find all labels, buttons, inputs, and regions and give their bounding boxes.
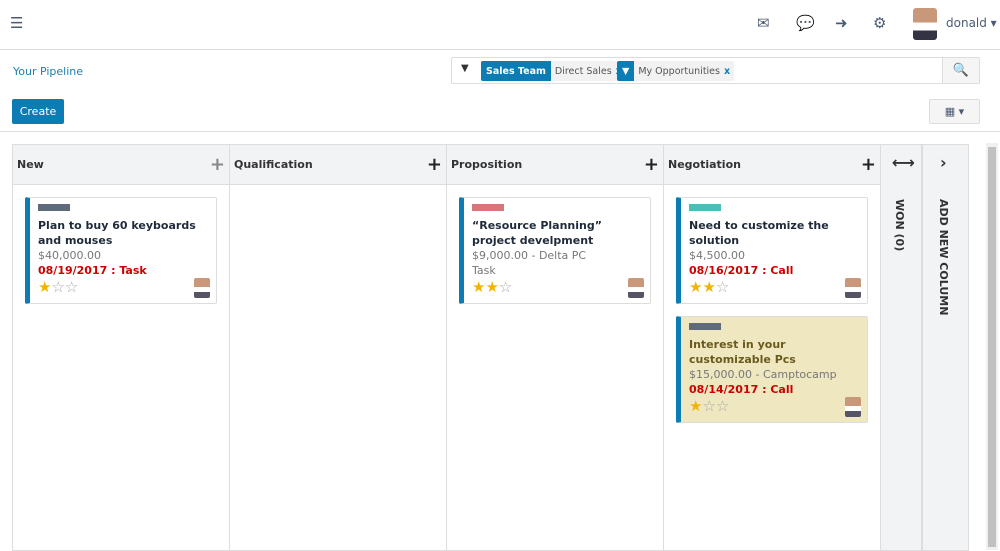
column-title: WON (0) — [893, 199, 906, 252]
color-tag — [38, 204, 70, 211]
card-title: Interest in your customizable Pcs — [689, 338, 796, 366]
caret-down-icon[interactable]: ▼ — [461, 63, 469, 74]
expand-arrows-icon[interactable]: ⟷ — [892, 153, 915, 172]
facet-value: Direct Sales — [554, 65, 612, 77]
card-amount: $4,500.00 — [689, 249, 745, 262]
card-activity: 08/16/2017 : Call — [689, 264, 794, 277]
column-title: New — [17, 158, 44, 171]
card-amount: $9,000.00 - Delta PC — [472, 249, 587, 262]
top-navbar: ☰ ✉ 💬 ➜ ⚙ donald ▾ — [0, 0, 1000, 50]
kanban-board: New + Plan to buy 60 keyboards and mouses… — [0, 131, 1000, 551]
filter-icon: ▼ — [617, 61, 635, 81]
scrollbar[interactable] — [986, 143, 998, 550]
facet-filter: ▼ My Opportunities x — [617, 61, 735, 81]
add-column-button[interactable]: › ADD NEW COLUMN — [922, 144, 969, 551]
add-card-button[interactable]: + — [644, 154, 659, 175]
scrollbar-thumb[interactable] — [988, 147, 996, 547]
remove-facet-button[interactable]: x — [724, 66, 730, 77]
add-card-button[interactable]: + — [427, 154, 442, 175]
column-won-folded[interactable]: ⟷ WON (0) — [880, 144, 922, 551]
column-proposition: Proposition + “Resource Planning” project… — [446, 144, 664, 551]
facet-label: Sales Team — [481, 61, 551, 81]
add-card-button[interactable]: + — [861, 154, 876, 175]
column-title: Proposition — [451, 158, 523, 171]
avatar — [194, 278, 210, 298]
search-icon: 🔍 — [952, 63, 970, 78]
search-button[interactable]: 🔍 — [942, 58, 979, 83]
add-card-button[interactable]: + — [210, 154, 225, 175]
column-title: Negotiation — [668, 158, 741, 171]
card-activity: 08/19/2017 : Task — [38, 264, 147, 277]
column-new: New + Plan to buy 60 keyboards and mouses… — [12, 144, 230, 551]
kanban-card[interactable]: “Resource Planning” project develpment $… — [459, 197, 651, 304]
color-tag — [689, 323, 721, 330]
create-button[interactable]: Create — [12, 99, 64, 124]
facet-value: My Opportunities — [638, 65, 720, 77]
view-switcher-button[interactable]: ▦ ▾ — [929, 99, 980, 124]
avatar — [628, 278, 644, 298]
priority-stars[interactable]: ★★☆ — [472, 278, 642, 296]
card-activity: 08/14/2017 : Call — [689, 383, 794, 396]
avatar — [845, 278, 861, 298]
card-title: “Resource Planning” project develpment — [472, 219, 602, 247]
color-tag — [472, 204, 504, 211]
kanban-card[interactable]: Plan to buy 60 keyboards and mouses $40,… — [25, 197, 217, 304]
card-amount: $15,000.00 - Camptocamp — [689, 368, 837, 381]
priority-stars[interactable]: ★☆☆ — [689, 397, 859, 415]
card-activity: Task — [472, 264, 496, 277]
card-title: Need to customize the solution — [689, 219, 829, 247]
chevron-right-icon: › — [940, 153, 947, 172]
gear-icon[interactable]: ⚙ — [873, 14, 886, 32]
add-column-label: ADD NEW COLUMN — [937, 199, 950, 316]
avatar[interactable] — [913, 8, 937, 40]
card-title: Plan to buy 60 keyboards and mouses — [38, 219, 196, 247]
sign-out-icon[interactable]: ➜ — [835, 14, 848, 32]
card-amount: $40,000.00 — [38, 249, 101, 262]
menu-toggle-icon[interactable]: ☰ — [10, 14, 23, 32]
breadcrumb[interactable]: Your Pipeline — [13, 65, 83, 78]
user-menu[interactable]: donald ▾ — [946, 16, 997, 30]
priority-stars[interactable]: ★☆☆ — [38, 278, 208, 296]
search-bar[interactable]: ▼ Sales Team Direct Sales x ▼ My Opportu… — [451, 57, 980, 84]
envelope-icon[interactable]: ✉ — [757, 14, 770, 32]
column-title: Qualification — [234, 158, 313, 171]
facet-sales-team: Sales Team Direct Sales x — [481, 61, 626, 81]
column-qualification: Qualification + — [229, 144, 447, 551]
kanban-card[interactable]: Interest in your customizable Pcs $15,00… — [676, 316, 868, 423]
kanban-card[interactable]: Need to customize the solution $4,500.00… — [676, 197, 868, 304]
column-negotiation: Negotiation + Need to customize the solut… — [663, 144, 881, 551]
avatar — [845, 397, 861, 417]
chat-icon[interactable]: 💬 — [796, 14, 815, 32]
priority-stars[interactable]: ★★☆ — [689, 278, 859, 296]
color-tag — [689, 204, 721, 211]
